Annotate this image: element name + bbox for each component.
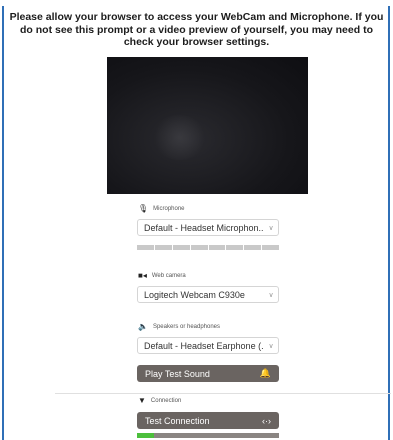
speakers-section-label: 🔈 Speakers or headphones bbox=[138, 323, 220, 331]
play-test-sound-label: Play Test Sound bbox=[145, 368, 210, 379]
wifi-icon: ▼ bbox=[138, 396, 146, 405]
microphone-level-meter bbox=[137, 245, 279, 250]
connection-progress-fill bbox=[137, 433, 155, 438]
chevron-down-icon: ∨ bbox=[268, 342, 274, 350]
meter-segment bbox=[190, 245, 208, 250]
webcam-select[interactable]: Logitech Webcam C930e ∨ bbox=[137, 286, 279, 303]
video-preview-glow bbox=[152, 115, 207, 160]
speakers-select[interactable]: Default - Headset Earphone (... ∨ bbox=[137, 337, 279, 354]
meter-segment bbox=[262, 245, 279, 250]
meter-segment bbox=[244, 245, 262, 250]
connection-label: Connection bbox=[150, 398, 182, 404]
microphone-section-label: 🎙 Microphone bbox=[138, 205, 185, 213]
webcam-section-label: ■◂ Web camera bbox=[138, 272, 186, 280]
microphone-select-value: Default - Headset Microphon... bbox=[144, 222, 264, 233]
webcam-select-value: Logitech Webcam C930e bbox=[144, 289, 245, 300]
video-camera-icon: ■◂ bbox=[138, 271, 147, 280]
play-test-sound-button[interactable]: Play Test Sound 🔔 bbox=[137, 365, 279, 382]
microphone-icon: 🎙 bbox=[138, 204, 149, 213]
permission-prompt-text: Please allow your browser to access your… bbox=[9, 11, 384, 48]
meter-segment bbox=[208, 245, 226, 250]
video-preview bbox=[107, 57, 308, 194]
test-connection-button[interactable]: Test Connection ‹·› bbox=[137, 412, 279, 429]
section-divider bbox=[55, 393, 391, 394]
connection-progress-bar bbox=[137, 433, 279, 438]
microphone-select[interactable]: Default - Headset Microphon... ∨ bbox=[137, 219, 279, 236]
speaker-icon: 🔈 bbox=[138, 322, 148, 331]
test-connection-label: Test Connection bbox=[145, 415, 210, 426]
speakers-select-value: Default - Headset Earphone (... bbox=[144, 340, 264, 351]
meter-segment bbox=[154, 245, 172, 250]
chevron-down-icon: ∨ bbox=[268, 224, 274, 232]
meter-segment bbox=[226, 245, 244, 250]
webcam-label: Web camera bbox=[151, 273, 186, 279]
speakers-label: Speakers or headphones bbox=[152, 324, 221, 330]
connection-section-label: ▼ Connection bbox=[138, 397, 181, 405]
chevron-down-icon: ∨ bbox=[268, 291, 274, 299]
meter-segment bbox=[137, 245, 154, 250]
meter-segment bbox=[172, 245, 190, 250]
microphone-label: Microphone bbox=[153, 206, 185, 212]
bell-icon: 🔔 bbox=[259, 368, 271, 378]
connection-arrows-icon: ‹·› bbox=[262, 415, 271, 426]
